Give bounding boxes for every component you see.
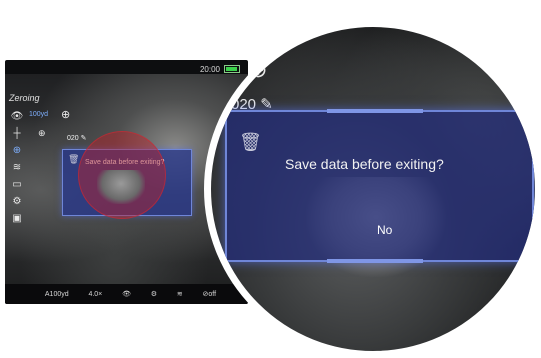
rec-status-text: off [208, 291, 217, 298]
bottom-bar: A100yd 4.0× 👁 ⚙ ≋ ⊘off [5, 284, 248, 304]
wifi-status-icon: ≋ [176, 291, 183, 298]
distance-value[interactable]: 100yd [29, 111, 48, 118]
gear-icon[interactable]: ⚙ [7, 193, 27, 210]
eye-icon[interactable]: 👁 [7, 108, 27, 125]
trash-icon[interactable]: 🗑 [68, 154, 79, 165]
dialog-message-zoomed: Save data before exiting? [285, 156, 444, 172]
reticle-icon-zoomed: ⊕ [249, 57, 268, 82]
status-bar: 20:00 [200, 63, 240, 75]
menu-column: 👁 ┼ ⊕ ≋ ▭ ⚙ ▣ [7, 108, 27, 227]
crosshair-icon[interactable]: ⊕ [7, 142, 27, 159]
zero-value-text: 020 [67, 135, 79, 142]
settings-icon: ⚙ [150, 291, 158, 298]
deer-image [97, 170, 145, 204]
clock-time: 20:00 [199, 64, 220, 74]
trash-icon-zoomed[interactable]: 🗑 [239, 132, 262, 153]
cross-icon[interactable]: ┼ [7, 125, 27, 142]
bottom-distance: A100yd [44, 290, 69, 298]
eye-mode-icon: 👁 [122, 291, 131, 298]
zero-value[interactable]: 020 ✎ [67, 134, 87, 142]
reticle-icon: ⊕ [61, 109, 71, 121]
zoom-magnifier: ⊕ 020 ✎ 🗑 Save data before exiting? No [204, 20, 541, 358]
pencil-icon: ✎ [80, 135, 87, 142]
image-icon[interactable]: ▣ [7, 210, 27, 227]
rec-status: ⊘off [202, 291, 217, 298]
battery-icon [224, 65, 240, 73]
no-button-zoomed[interactable]: No [377, 223, 392, 237]
screen-icon[interactable]: ▭ [7, 176, 27, 193]
menu-title: Zeroing [9, 93, 40, 103]
save-dialog-zoomed: 🗑 Save data before exiting? No [225, 109, 534, 263]
wifi-icon[interactable]: ≋ [7, 159, 27, 176]
zoom-level: 4.0× [88, 290, 103, 298]
small-reticle-icon: ⊕ [38, 128, 46, 138]
